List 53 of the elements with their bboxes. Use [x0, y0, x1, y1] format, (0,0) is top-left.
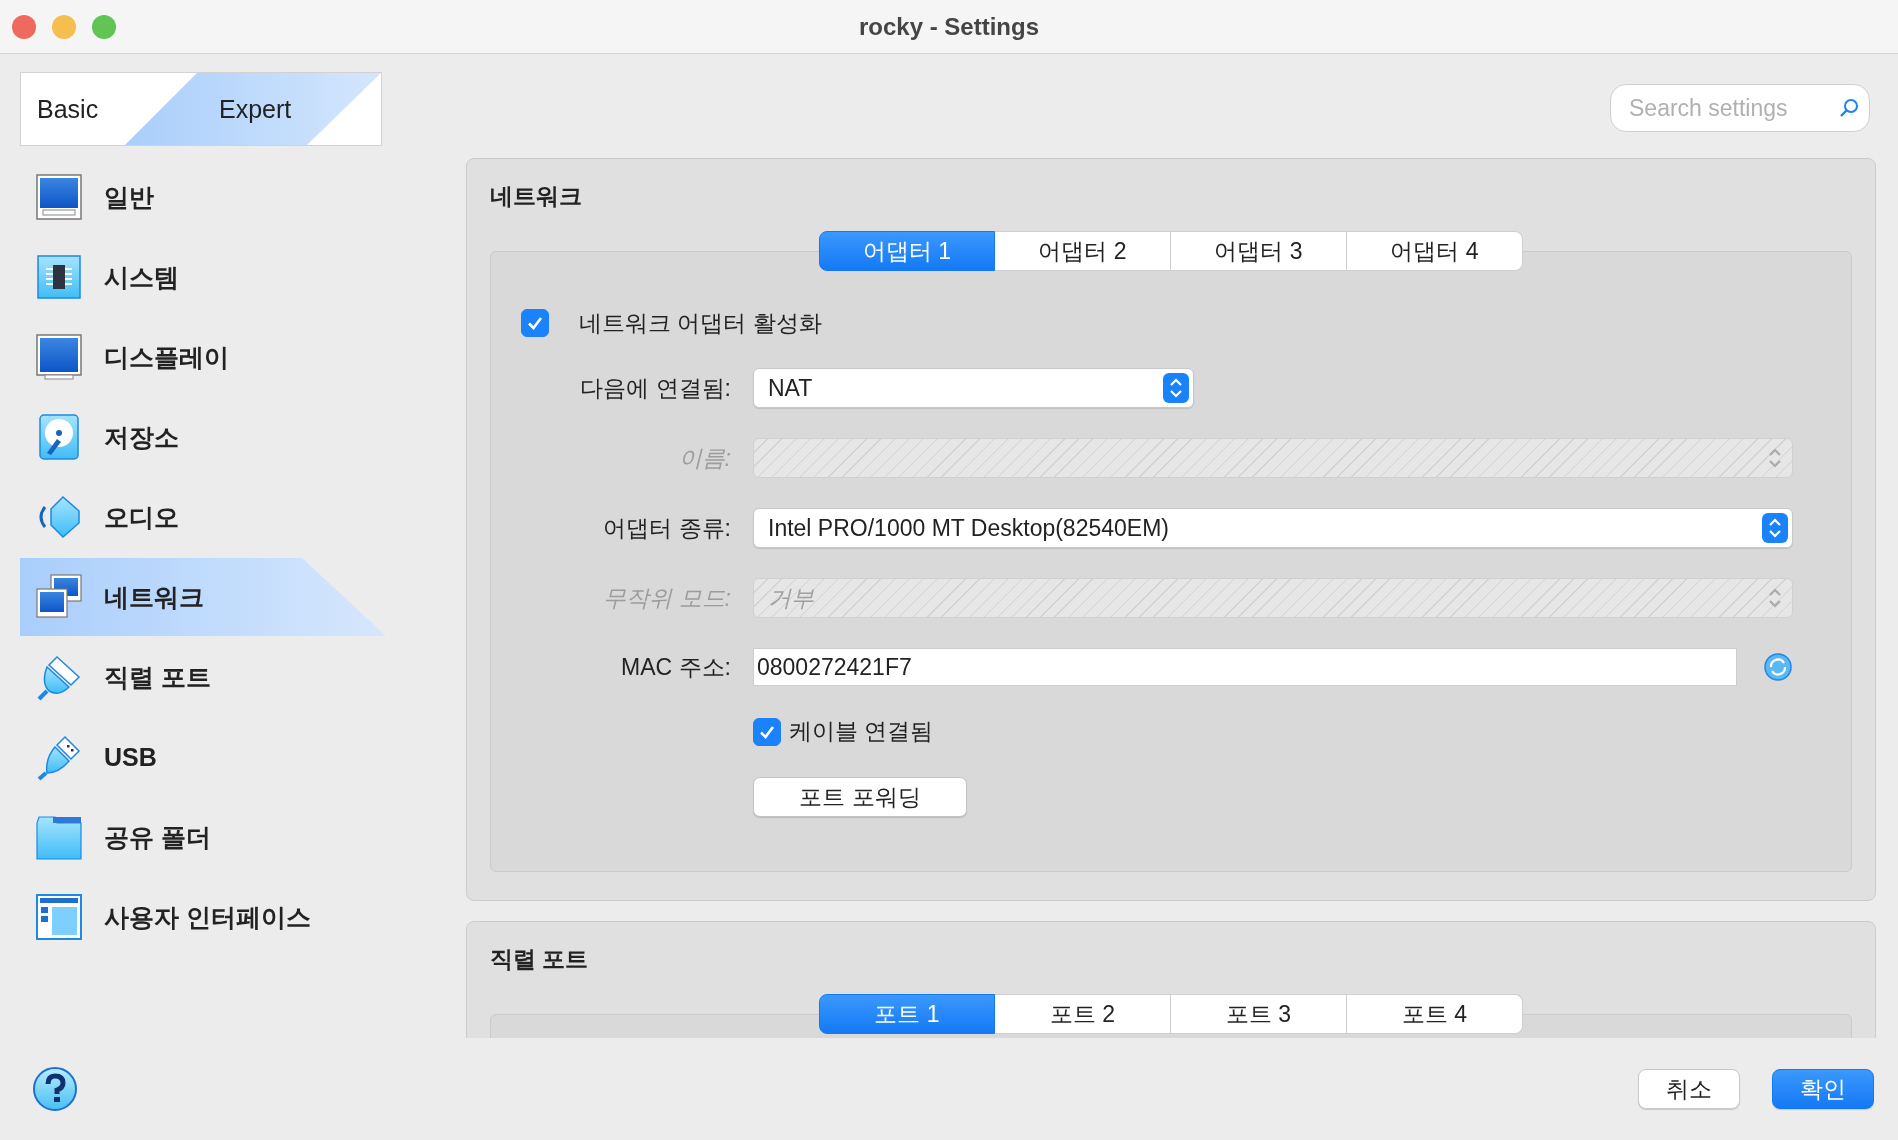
dropdown[interactable]: Intel PRO/1000 MT Desktop(82540EM)	[753, 508, 1793, 548]
usb-icon	[35, 733, 83, 781]
monitor-icon	[35, 333, 83, 381]
window-icon	[35, 893, 83, 941]
tab[interactable]: 포트 3	[1171, 994, 1347, 1034]
connector-icon	[35, 653, 83, 701]
sidebar-item[interactable]: 일반	[20, 157, 386, 237]
section-title: 네트워크	[490, 182, 583, 211]
port-forwarding-button[interactable]: 포트 포워딩	[753, 777, 967, 817]
sidebar-item[interactable]: 공유 폴더	[20, 797, 386, 877]
mode-tab[interactable]: Basic	[21, 73, 125, 145]
field-label: 다음에 연결됨:	[580, 373, 731, 403]
close-button[interactable]	[12, 14, 36, 39]
help-icon[interactable]	[32, 1066, 78, 1112]
stepper-icon	[1163, 373, 1189, 403]
tab[interactable]: 포트 1	[819, 994, 995, 1034]
mode-tab[interactable]: Expert	[125, 73, 381, 145]
folder-icon	[35, 813, 83, 861]
section-title: 직렬 포트	[490, 945, 590, 974]
window-title: rocky - Settings	[858, 12, 1039, 41]
sidebar-item[interactable]: USB	[20, 717, 386, 797]
sidebar-item[interactable]: 사용자 인터페이스	[20, 877, 386, 957]
zoom-button[interactable]	[92, 14, 116, 39]
sidebar-item[interactable]: 시스템	[20, 237, 386, 317]
tab[interactable]: 어댑터 1	[819, 231, 995, 271]
cancel-button[interactable]: 취소	[1638, 1069, 1740, 1109]
checkbox[interactable]	[753, 717, 781, 746]
checkbox[interactable]	[521, 309, 549, 337]
dropdown[interactable]: NAT	[753, 368, 1194, 408]
refresh-icon[interactable]	[1763, 652, 1793, 682]
search-field[interactable]: Search settings	[1610, 84, 1870, 132]
chip-icon	[35, 253, 83, 301]
monitors-icon	[35, 573, 83, 621]
field-label: MAC 주소:	[621, 652, 731, 682]
tab[interactable]: 포트 4	[1347, 994, 1523, 1034]
monitor-icon	[35, 173, 83, 221]
tab[interactable]: 포트 2	[995, 994, 1171, 1034]
sidebar-item[interactable]: 디스플레이	[20, 317, 386, 397]
tab[interactable]: 어댑터 2	[995, 231, 1171, 271]
sidebar-item[interactable]: 네트워크	[20, 558, 386, 636]
sidebar-item[interactable]: 오디오	[20, 477, 386, 557]
text-field[interactable]: 0800272421F7	[753, 648, 1737, 686]
sidebar-item[interactable]: 저장소	[20, 397, 386, 477]
field-label: 어댑터 종류:	[603, 513, 731, 543]
search-icon	[1838, 97, 1860, 119]
tab[interactable]: 어댑터 3	[1171, 231, 1347, 271]
tab[interactable]: 어댑터 4	[1347, 231, 1523, 271]
checkbox-label: 케이블 연결됨	[789, 717, 934, 746]
checkbox-label: 네트워크 어댑터 활성화	[579, 308, 822, 338]
field-label: 이름:	[678, 443, 731, 473]
field-label: 무작위 모드:	[603, 583, 731, 613]
stepper-icon	[1762, 513, 1788, 543]
sidebar-item[interactable]: 직렬 포트	[20, 637, 386, 717]
